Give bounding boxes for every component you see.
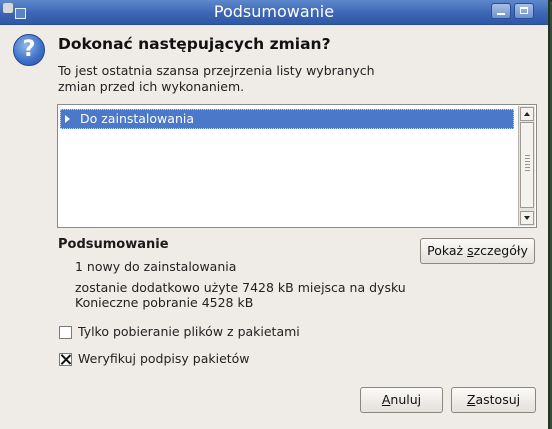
summary-title: Podsumowanie xyxy=(58,237,169,252)
dialog-description: To jest ostatnia szansa przejrzenia list… xyxy=(58,63,398,95)
summary-disk-usage: zostanie dodatkowo użyte 7428 kB miejsca… xyxy=(75,280,406,295)
expander-arrow-icon[interactable] xyxy=(65,115,70,123)
cancel-button[interactable]: Anuluj xyxy=(360,387,443,413)
scrollbar-thumb[interactable] xyxy=(520,122,534,208)
verify-signatures-checkbox[interactable] xyxy=(59,353,72,366)
description-line-1: To jest ostatnia szansa przejrzenia list… xyxy=(58,63,375,78)
title-bar[interactable]: Podsumowanie xyxy=(0,0,548,25)
window-title: Podsumowanie xyxy=(213,2,335,21)
vertical-scrollbar[interactable] xyxy=(518,106,535,226)
list-item-label: Do zainstalowania xyxy=(80,111,194,126)
apply-button[interactable]: Zastosuj xyxy=(451,387,536,413)
summary-dialog: Podsumowanie ? Dokonać następujących zmi… xyxy=(0,0,550,429)
window-bottom-edge xyxy=(0,424,548,429)
summary-new-count: 1 nowy do zainstalowania xyxy=(75,259,237,274)
show-details-button[interactable]: Pokaż szczegóły xyxy=(420,238,535,264)
download-only-checkbox[interactable] xyxy=(59,326,72,339)
grip-icon xyxy=(525,155,530,173)
verify-signatures-label[interactable]: Weryfikuj podpisy pakietów xyxy=(78,351,250,367)
description-line-2: zmian przed ich wykonaniem. xyxy=(58,79,245,94)
dialog-heading: Dokonać następujących zmian? xyxy=(58,35,331,53)
summary-download-size: Konieczne pobranie 4528 kB xyxy=(75,295,254,310)
list-item-to-install[interactable]: Do zainstalowania xyxy=(60,109,514,129)
download-only-label[interactable]: Tylko pobieranie plików z pakietami xyxy=(78,324,300,340)
maximize-button[interactable] xyxy=(514,3,534,19)
question-icon: ? xyxy=(13,34,45,66)
scroll-up-arrow-icon[interactable] xyxy=(520,107,534,121)
changes-tree-view[interactable]: Do zainstalowania xyxy=(57,104,537,228)
minimize-button[interactable] xyxy=(491,3,511,19)
scroll-down-arrow-icon[interactable] xyxy=(520,211,534,225)
